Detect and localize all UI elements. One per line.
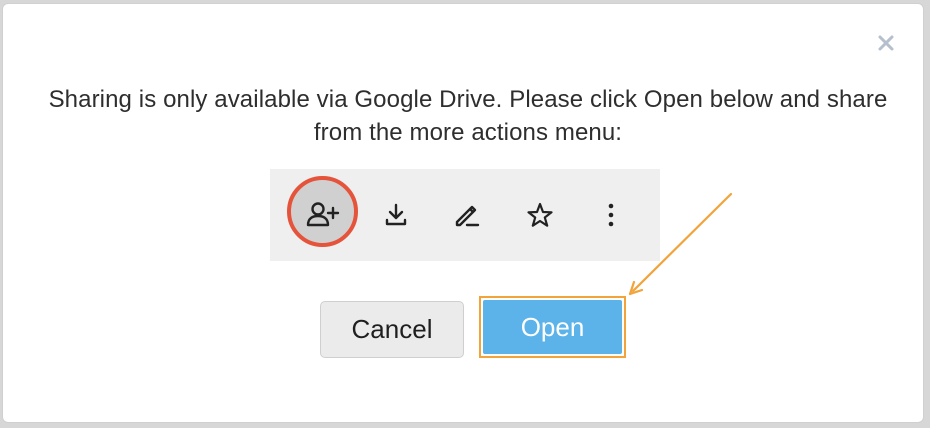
download-action [369, 188, 423, 242]
download-icon [385, 203, 407, 226]
star-icon [527, 202, 553, 227]
more-vert-icon [608, 203, 614, 227]
share-dialog: Sharing is only available via Google Dri… [2, 3, 924, 423]
close-icon [878, 35, 894, 51]
drive-actions-toolbar-illustration [270, 169, 660, 261]
rename-action [440, 188, 494, 242]
share-action [296, 188, 350, 242]
rename-icon [455, 205, 480, 227]
more-actions [584, 188, 638, 242]
add-person-icon [306, 202, 340, 227]
dialog-message: Sharing is only available via Google Dri… [48, 86, 888, 146]
cancel-button[interactable]: Cancel [320, 301, 464, 358]
open-button[interactable]: Open [483, 300, 622, 354]
star-action [513, 188, 567, 242]
close-button[interactable] [873, 30, 899, 56]
